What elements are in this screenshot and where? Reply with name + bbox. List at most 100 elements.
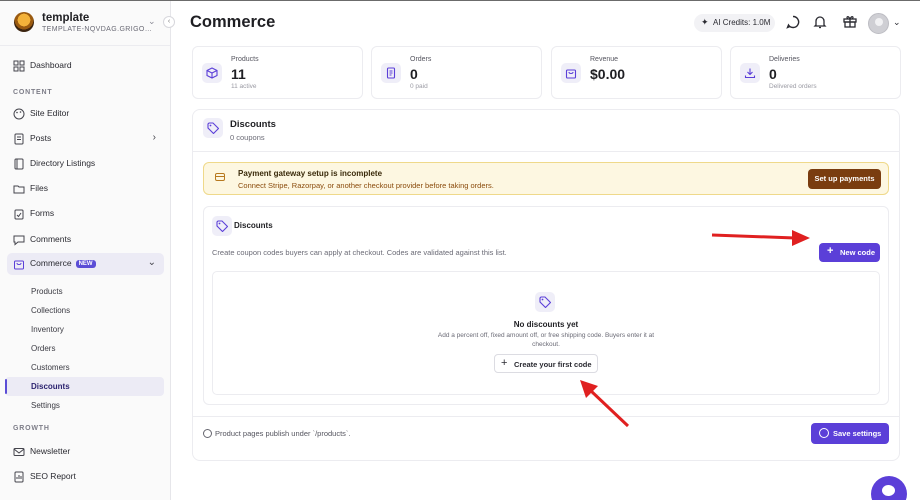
mail-icon	[13, 448, 25, 456]
subitem-label: Discounts	[31, 382, 70, 391]
sidebar-subitem-customers[interactable]: Customers	[5, 358, 164, 377]
bell-icon[interactable]	[812, 14, 828, 30]
sidebar-item-dashboard[interactable]: Dashboard	[7, 55, 164, 77]
sidebar-item-comments[interactable]: Comments	[7, 229, 164, 251]
stat-sub: 11 active	[231, 83, 257, 90]
sidebar-item-label: Comments	[30, 234, 72, 244]
support-chat-button[interactable]	[871, 476, 907, 500]
stat-card-orders: Orders 0 0 paid	[371, 46, 542, 99]
chevron-down-icon: ⌄	[147, 257, 156, 268]
plus-icon: +	[501, 357, 508, 369]
shopping-bag-icon	[14, 260, 24, 270]
page-title: Commerce	[190, 13, 276, 31]
sidebar-item-newsletter[interactable]: Newsletter	[7, 441, 164, 463]
site-switcher[interactable]: template TEMPLATE-NQVDAG.GRIGOR... ⌄	[14, 12, 164, 38]
sidebar-item-seo-report[interactable]: SEO Report	[7, 466, 164, 488]
stat-value: 11	[231, 66, 246, 82]
sidebar-item-posts[interactable]: Posts ›	[7, 128, 164, 150]
sidebar-item-label: Dashboard	[30, 60, 72, 70]
report-icon	[14, 471, 24, 483]
cube-icon	[202, 63, 222, 83]
chevron-updown-icon: ⌄	[148, 16, 156, 26]
credit-card-icon	[215, 173, 225, 181]
chat-icon[interactable]	[785, 14, 801, 30]
divider	[193, 416, 899, 417]
commerce-label: Commerce	[30, 258, 72, 268]
stat-sub: Delivered orders	[769, 83, 817, 90]
site-name: template	[42, 12, 90, 24]
empty-state-description: Add a percent off, fixed amount off, or …	[437, 332, 655, 348]
save-settings-button[interactable]: Save settings	[811, 423, 889, 444]
sidebar-item-files[interactable]: Files	[7, 178, 164, 200]
new-code-button[interactable]: + New code	[819, 243, 880, 262]
subitem-label: Settings	[31, 401, 60, 410]
stat-label: Products	[231, 56, 259, 63]
sidebar-subitem-orders[interactable]: Orders	[5, 339, 164, 358]
panel-title: Discounts	[230, 119, 276, 130]
stat-label: Orders	[410, 56, 432, 63]
sidebar-subitem-discounts[interactable]: Discounts	[5, 377, 164, 396]
clipboard-icon	[14, 209, 24, 220]
sidebar-subitem-settings[interactable]: Settings	[5, 396, 164, 415]
sidebar-item-label: Newsletter	[30, 446, 71, 456]
chevron-down-icon[interactable]: ⌄	[893, 17, 901, 28]
sidebar-item-label: Site Editor	[30, 108, 70, 118]
sidebar-item-forms[interactable]: Forms	[7, 203, 164, 225]
sidebar-subitem-collections[interactable]: Collections	[5, 301, 164, 320]
sidebar-item-label: SEO Report	[30, 471, 76, 481]
tag-icon	[535, 292, 555, 312]
discounts-card-title: Discounts	[234, 221, 273, 230]
gift-icon[interactable]	[842, 13, 858, 29]
user-avatar[interactable]	[868, 13, 889, 34]
section-label-content: CONTENT	[13, 89, 53, 96]
sidebar-item-label: Posts	[30, 133, 52, 143]
receipt-icon	[381, 63, 401, 83]
sidebar-item-directory-listings[interactable]: Directory Listings	[7, 153, 164, 175]
sidebar-subitem-products[interactable]: Products	[5, 282, 164, 301]
stat-card-products: Products 11 11 active	[192, 46, 363, 99]
sidebar: template TEMPLATE-NQVDAG.GRIGOR... ⌄ Das…	[0, 1, 171, 500]
divider	[193, 151, 899, 152]
dashboard-icon	[13, 60, 25, 72]
ai-credits-badge[interactable]: ✦ AI Credits: 1.0M	[694, 14, 775, 32]
stat-value: $0.00	[590, 66, 626, 82]
book-icon	[14, 158, 24, 170]
stat-card-revenue: Revenue $0.00	[551, 46, 722, 99]
subitem-label: Orders	[31, 344, 56, 353]
create-first-code-button[interactable]: + Create your first code	[494, 354, 598, 373]
create-first-code-label: Create your first code	[514, 360, 592, 369]
ai-credits-label: AI Credits: 1.0M	[713, 18, 771, 27]
tag-icon	[212, 216, 232, 236]
collapse-sidebar-button[interactable]: ‹	[163, 16, 175, 28]
stat-value: 0	[769, 66, 777, 82]
new-code-label: New code	[840, 248, 876, 257]
save-settings-label: Save settings	[833, 429, 882, 438]
globe-icon	[203, 429, 212, 438]
plus-icon: +	[827, 245, 834, 257]
download-icon	[740, 63, 760, 83]
stat-value: 0	[410, 66, 418, 82]
subitem-label: Customers	[31, 363, 70, 372]
section-label-growth: GROWTH	[13, 425, 50, 432]
folder-icon	[13, 185, 25, 194]
comment-icon	[13, 235, 25, 246]
document-icon	[14, 133, 24, 145]
sidebar-item-label: Commerce NEW	[30, 258, 96, 268]
sparkle-icon: ✦	[701, 17, 709, 27]
sidebar-item-commerce[interactable]: Commerce NEW ⌄	[7, 253, 164, 275]
check-circle-icon	[819, 428, 829, 438]
site-logo	[14, 12, 34, 32]
sidebar-item-site-editor[interactable]: Site Editor	[7, 103, 164, 125]
alert-description: Connect Stripe, Razorpay, or another che…	[238, 181, 494, 190]
footer-note: Product pages publish under `/products`.	[215, 429, 351, 438]
new-badge: NEW	[75, 260, 96, 268]
subitem-label: Products	[31, 287, 63, 296]
divider	[0, 45, 170, 46]
alert-title: Payment gateway setup is incomplete	[238, 169, 383, 178]
stat-card-deliveries: Deliveries 0 Delivered orders	[730, 46, 901, 99]
sidebar-item-label: Directory Listings	[30, 158, 96, 168]
stat-label: Revenue	[590, 56, 619, 63]
setup-payments-button[interactable]: Set up payments	[808, 169, 881, 189]
sidebar-subitem-inventory[interactable]: Inventory	[5, 320, 164, 339]
palette-icon	[13, 108, 25, 120]
